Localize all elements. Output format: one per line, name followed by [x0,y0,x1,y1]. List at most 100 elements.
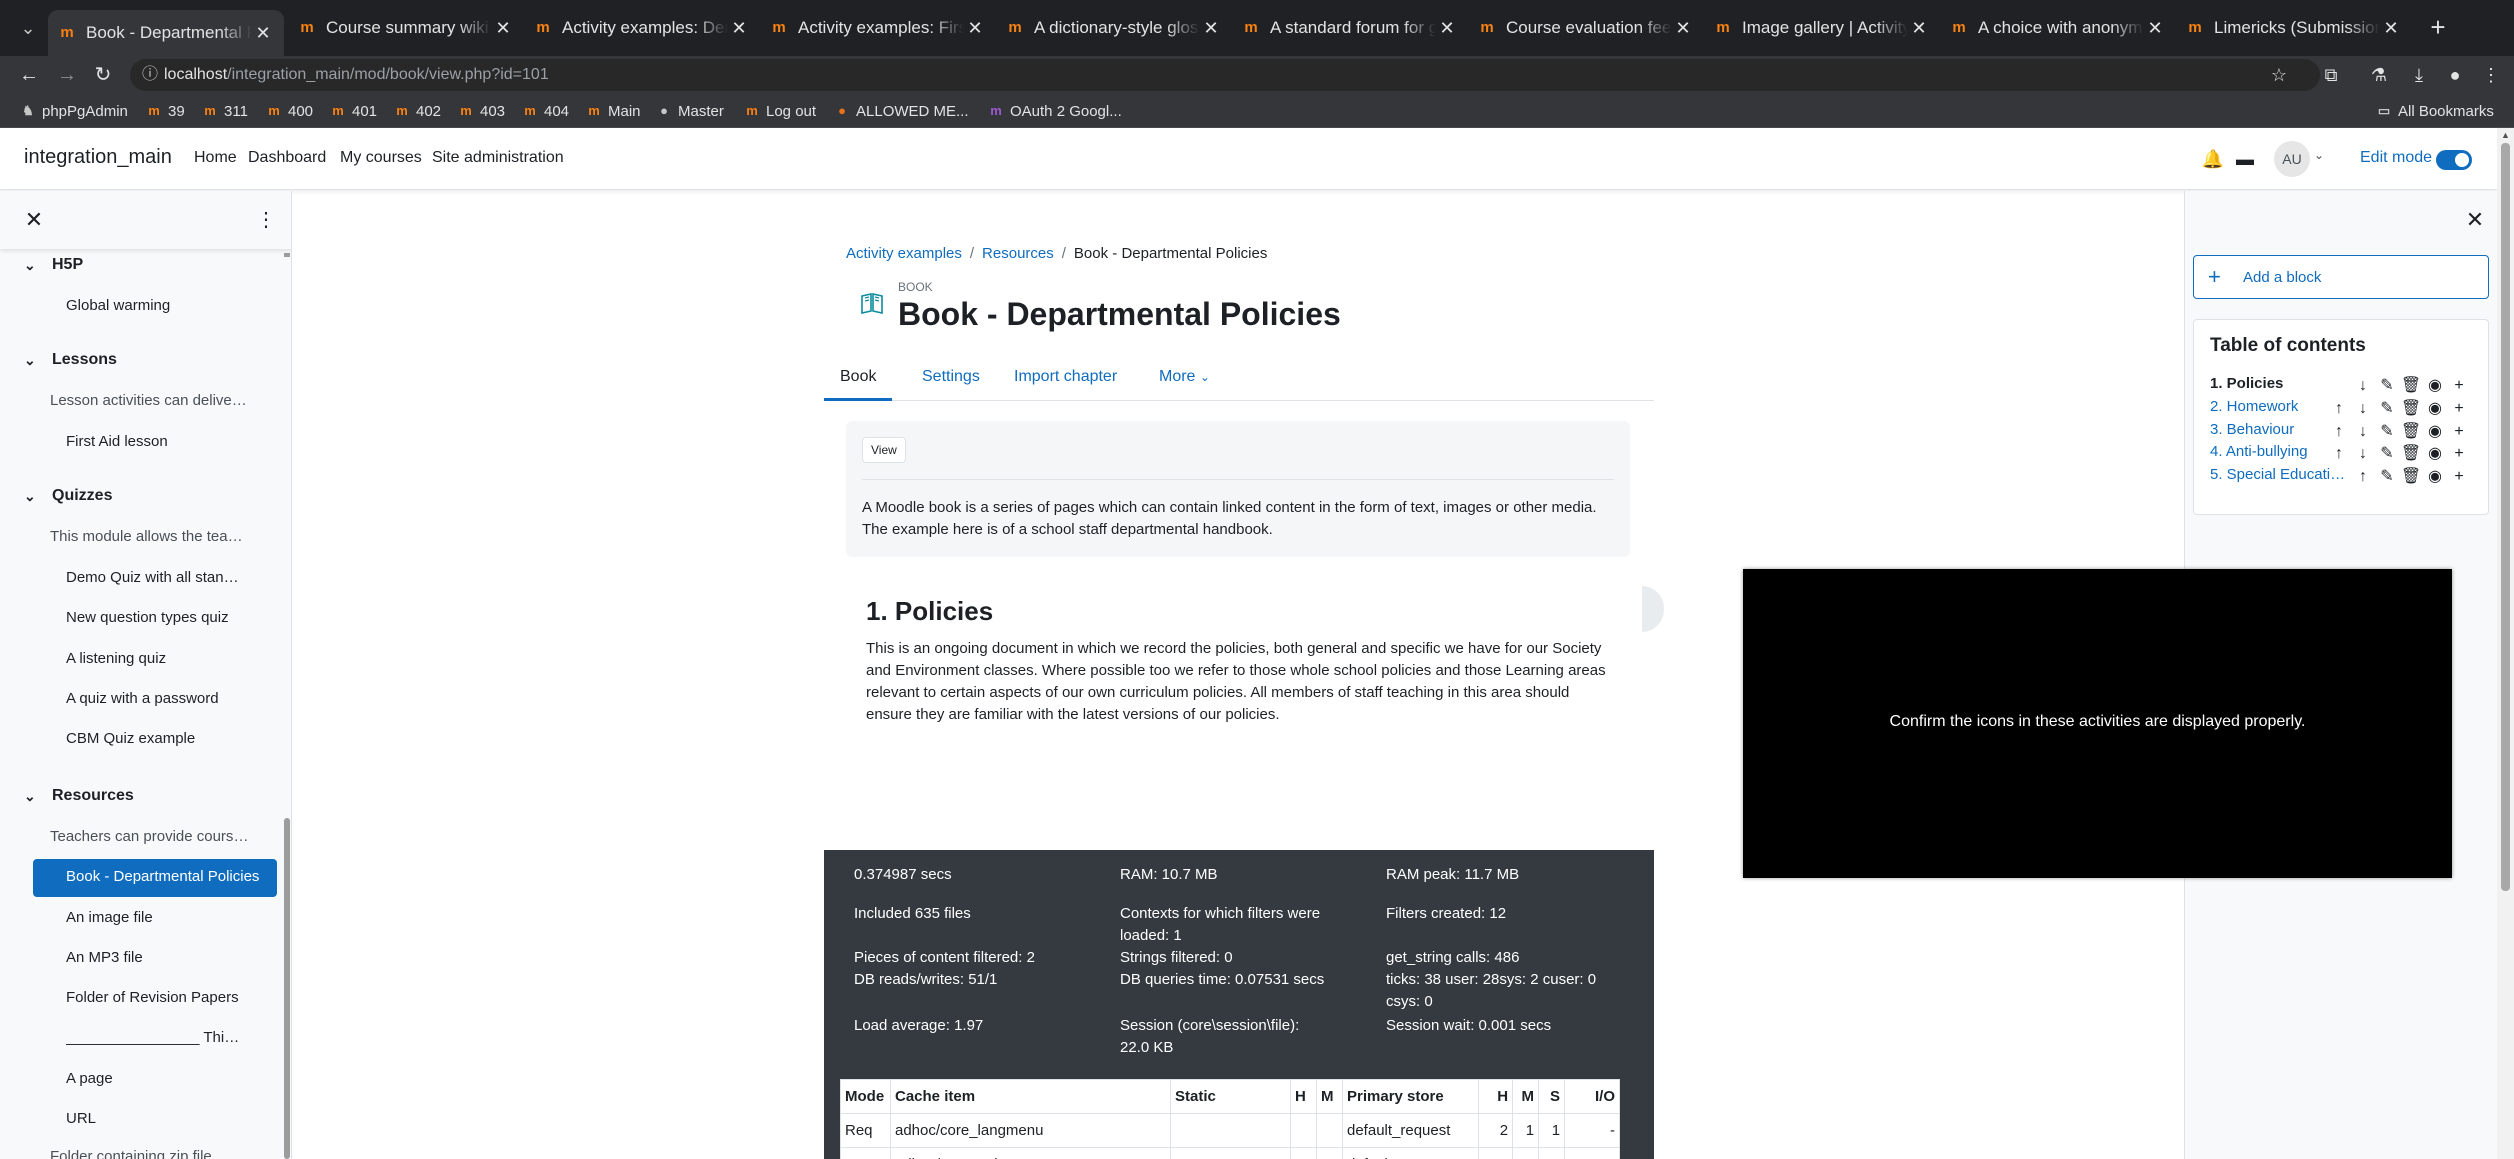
browser-menu-kebab-icon[interactable]: ⋮ [2476,60,2506,90]
edit-pencil-icon[interactable]: ✎ [2376,443,2398,465]
add-chapter-plus-icon[interactable]: + [2448,466,2470,488]
edit-mode-toggle[interactable] [2436,150,2472,170]
activity-item-active[interactable]: Book - Departmental Policies [33,859,277,897]
delete-trash-icon[interactable]: 🗑 [2400,398,2422,420]
kebab-menu-icon[interactable]: ⋮ [256,208,276,232]
bookmark-star-icon[interactable]: ☆ [2264,60,2294,90]
bookmark-item[interactable]: ● ALLOWED ME... [834,100,968,122]
bookmark-item[interactable]: m Main [586,100,640,122]
section-summary-item[interactable]: Folder containing zip file [50,1148,250,1159]
add-block-button[interactable]: + Add a block [2193,255,2489,299]
activity-item[interactable]: New question types quiz [66,609,246,626]
move-down-arrow-icon[interactable]: ↓ [2352,375,2374,397]
drawer-scrollbar[interactable] [284,818,290,1159]
bookmark-item[interactable]: m 400 [266,100,313,122]
nav-my-courses[interactable]: My courses [340,149,422,167]
tab-more[interactable]: More ⌄ [1143,354,1226,401]
close-icon[interactable]: ✕ [22,208,46,232]
edit-pencil-icon[interactable]: ✎ [2376,421,2398,443]
lab-flask-icon[interactable]: ⚗ [2364,60,2394,90]
tab-close-icon[interactable]: ✕ [1672,18,1694,39]
forward-arrow-icon[interactable]: → [52,60,82,90]
hide-eye-icon[interactable]: ◉ [2424,398,2446,420]
activity-item[interactable]: URL [66,1110,246,1127]
browser-tab[interactable]: m Activity examples: First aid ✕ [760,10,996,46]
activity-item[interactable]: ________________ This is a label [66,1029,246,1046]
bookmark-item[interactable]: m OAuth 2 Googl... [988,100,1122,122]
bookmark-item[interactable]: ♞ phpPgAdmin [20,100,128,122]
section-summary-item[interactable]: This module allows the teacher to design… [50,528,250,545]
move-up-arrow-icon[interactable]: ↑ [2328,398,2350,420]
chevron-down-icon[interactable]: ⌄ [24,788,42,805]
tab-close-icon[interactable]: ✕ [728,18,750,39]
hide-eye-icon[interactable]: ◉ [2424,375,2446,397]
nav-dashboard[interactable]: Dashboard [248,149,326,167]
toc-chapter-link[interactable]: 5. Special Educational Needs [2210,466,2352,483]
tab-book[interactable]: Book [824,354,893,401]
browser-tab[interactable]: m A choice with anonymous results ✕ [1940,10,2176,46]
tab-close-icon[interactable]: ✕ [2380,18,2402,39]
browser-tab[interactable]: m Course summary wiki | integration_main… [288,10,524,46]
new-tab-plus-icon[interactable]: + [2424,14,2452,42]
chapter-navigation-tab[interactable] [1642,586,1664,632]
notifications-bell-icon[interactable]: 🔔 [2200,146,2226,172]
bookmark-item[interactable]: m 311 [202,100,248,122]
browser-tab[interactable]: m A standard forum for general use ✕ [1232,10,1468,46]
delete-trash-icon[interactable]: 🗑 [2400,421,2422,443]
move-down-arrow-icon[interactable]: ↓ [2352,443,2374,465]
chevron-down-icon[interactable]: ⌄ [24,352,42,369]
activity-item[interactable]: Global warming [66,297,246,314]
activity-item[interactable]: Folder of Revision Papers [66,989,246,1006]
chevron-down-icon[interactable]: ⌄ [24,257,42,274]
browser-tab[interactable]: m A dictionary-style glossary ✕ [996,10,1232,46]
tab-close-icon[interactable]: ✕ [1200,18,1222,39]
browser-tab-active[interactable]: m Book - Departmental Policies ✕ [48,10,284,56]
close-icon[interactable]: ✕ [2463,208,2487,232]
activity-item[interactable]: Demo Quiz with all standard question typ… [66,569,246,586]
move-up-arrow-icon[interactable]: ↑ [2352,466,2374,488]
bookmark-item[interactable]: m 39 [146,100,184,122]
tab-search-chevron-icon[interactable]: ⌄ [14,14,42,42]
add-chapter-plus-icon[interactable]: + [2448,375,2470,397]
bookmark-item[interactable]: m 403 [458,100,505,122]
activity-item[interactable]: A page [66,1070,246,1087]
browser-tab[interactable]: m Limericks (Submission phase) ✕ [2176,10,2412,46]
download-icon[interactable]: ⤓ [2404,60,2434,90]
delete-trash-icon[interactable]: 🗑 [2400,466,2422,488]
move-up-arrow-icon[interactable]: ↑ [2328,443,2350,465]
scroll-up-arrow-icon[interactable]: ▲ [2501,130,2510,140]
tab-close-icon[interactable]: ✕ [2144,18,2166,39]
section-summary-item[interactable]: Teachers can provide course materials [50,828,250,845]
edit-pencil-icon[interactable]: ✎ [2376,466,2398,488]
section-lessons[interactable]: ⌄ Lessons [24,351,117,369]
tab-settings[interactable]: Settings [906,354,996,401]
page-scrollbar-thumb[interactable] [2501,143,2510,891]
nav-site-administration[interactable]: Site administration [432,149,564,167]
activity-item[interactable]: CBM Quiz example [66,730,246,747]
browser-tab[interactable]: m Image gallery | Activity examples ✕ [1704,10,1940,46]
breadcrumb-link[interactable]: Activity examples [846,245,962,262]
address-url[interactable]: localhost/integration_main/mod/book/view… [164,66,549,84]
activity-item[interactable]: A quiz with a password [66,690,246,707]
add-chapter-plus-icon[interactable]: + [2448,398,2470,420]
tab-import-chapter[interactable]: Import chapter [998,354,1133,401]
profile-icon[interactable]: ● [2440,60,2470,90]
tab-close-icon[interactable]: ✕ [1908,18,1930,39]
chevron-down-icon[interactable]: ⌄ [24,488,42,505]
move-up-arrow-icon[interactable]: ↑ [2328,421,2350,443]
hide-eye-icon[interactable]: ◉ [2424,421,2446,443]
delete-trash-icon[interactable]: 🗑 [2400,375,2422,397]
browser-tab[interactable]: m Course evaluation feedback ✕ [1468,10,1704,46]
hide-eye-icon[interactable]: ◉ [2424,443,2446,465]
breadcrumb-link[interactable]: Resources [982,245,1054,262]
bookmark-item[interactable]: m 402 [394,100,441,122]
all-bookmarks[interactable]: ▭ All Bookmarks [2376,100,2494,122]
edit-pencil-icon[interactable]: ✎ [2376,398,2398,420]
move-down-arrow-icon[interactable]: ↓ [2352,421,2374,443]
section-h5p[interactable]: ⌄ H5P [24,256,83,274]
hide-eye-icon[interactable]: ◉ [2424,466,2446,488]
move-down-arrow-icon[interactable]: ↓ [2352,398,2374,420]
user-avatar[interactable]: AU [2274,141,2310,177]
bookmark-item[interactable]: m 401 [330,100,377,122]
reload-icon[interactable]: ↻ [88,60,118,90]
